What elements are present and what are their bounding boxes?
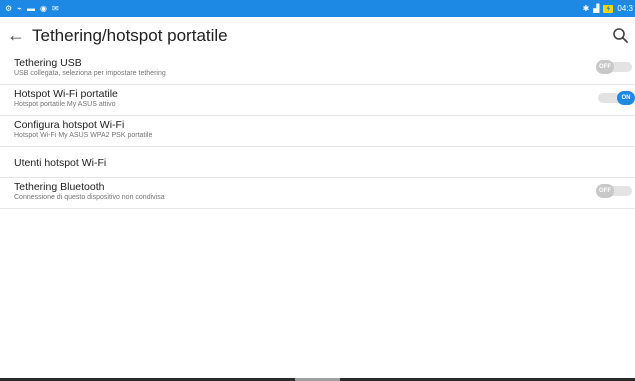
setting-title: Utenti hotspot Wi-Fi <box>14 157 107 169</box>
settings-icon: ⚙ <box>5 3 13 13</box>
setting-title: Tethering Bluetooth <box>14 181 105 193</box>
setting-wifi-hotspot[interactable]: Hotspot Wi-Fi portatile Hotspot portatil… <box>0 85 635 116</box>
wifi-hotspot-toggle[interactable]: ON <box>596 91 635 105</box>
battery-charging-icon <box>603 4 614 13</box>
signal-icon: ▟ <box>593 3 600 13</box>
status-bar: ⚙ ⌁ ▬ ◉ ✉ ✱ ▟ 04:3 <box>0 0 635 17</box>
setting-title: Configura hotspot Wi-Fi <box>14 119 125 131</box>
assistant-icon: ◉ <box>40 3 47 13</box>
message-icon: ▬ <box>27 3 35 13</box>
setting-hotspot-users[interactable]: Utenti hotspot Wi-Fi <box>0 147 635 178</box>
search-icon[interactable] <box>611 26 631 46</box>
page-title: Tethering/hotspot portatile <box>32 25 228 45</box>
status-time: 04:3 <box>617 4 633 13</box>
usb-tethering-toggle[interactable]: OFF <box>596 60 635 74</box>
usb-icon: ⌁ <box>17 3 22 13</box>
bluetooth-tethering-toggle[interactable]: OFF <box>596 184 635 198</box>
setting-subtitle: Hotspot portatile My ASUS attivo <box>14 101 116 108</box>
toggle-knob: OFF <box>596 60 614 74</box>
setting-bluetooth-tethering[interactable]: Tethering Bluetooth Connessione di quest… <box>0 178 635 209</box>
setting-title: Tethering USB <box>14 57 82 69</box>
status-right-icons: ✱ ▟ 04:3 <box>583 4 635 13</box>
setting-usb-tethering[interactable]: Tethering USB USB collegata, seleziona p… <box>0 54 635 85</box>
toggle-knob: OFF <box>596 184 614 198</box>
setting-subtitle: Connessione di questo dispositivo non co… <box>14 194 165 201</box>
toolbar: ← Tethering/hotspot portatile <box>0 17 635 54</box>
setting-subtitle: USB collegata, seleziona per impostare t… <box>14 70 166 77</box>
status-left-icons: ⚙ ⌁ ▬ ◉ ✉ <box>0 3 59 13</box>
settings-list: Tethering USB USB collegata, seleziona p… <box>0 54 635 209</box>
setting-subtitle: Hotspot Wi-Fi My ASUS WPA2 PSK portatile <box>14 132 153 139</box>
setting-title: Hotspot Wi-Fi portatile <box>14 88 118 100</box>
toggle-knob: ON <box>617 91 635 105</box>
mail-icon: ✉ <box>51 3 59 13</box>
setting-configure-hotspot[interactable]: Configura hotspot Wi-Fi Hotspot Wi-Fi My… <box>0 116 635 147</box>
bluetooth-icon: ✱ <box>582 3 590 13</box>
back-arrow-icon[interactable]: ← <box>2 22 30 50</box>
